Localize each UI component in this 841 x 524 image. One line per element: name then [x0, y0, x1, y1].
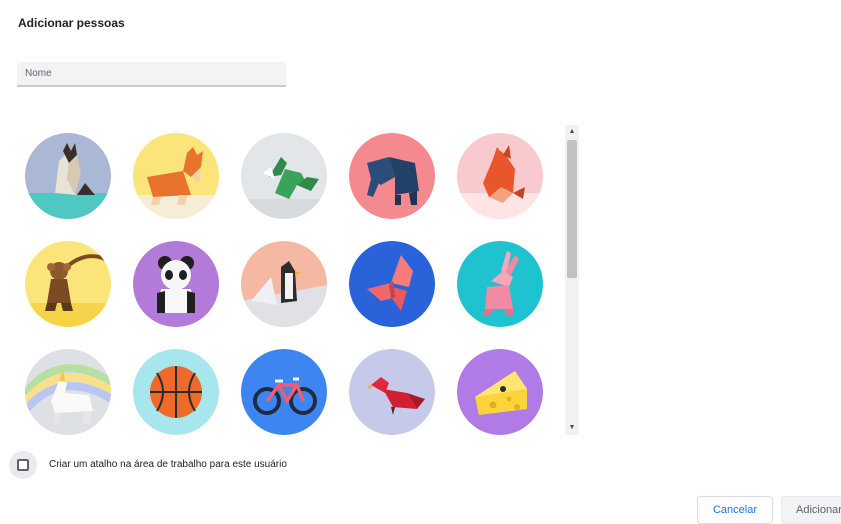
scroll-down-arrow-icon[interactable]: ▼: [565, 421, 579, 435]
rabbit-avatar[interactable]: [457, 241, 543, 327]
cat-avatar[interactable]: [25, 133, 111, 219]
monkey-avatar[interactable]: [25, 241, 111, 327]
scroll-up-arrow-icon[interactable]: ▲: [565, 125, 579, 139]
name-input[interactable]: [17, 62, 286, 85]
bird-avatar[interactable]: [349, 349, 435, 435]
desktop-shortcut-checkbox[interactable]: [17, 459, 29, 471]
corgi-avatar[interactable]: [133, 133, 219, 219]
add-button[interactable]: Adicionar: [781, 496, 841, 524]
elephant-avatar[interactable]: [349, 133, 435, 219]
unicorn-avatar[interactable]: [25, 349, 111, 435]
bicycle-avatar[interactable]: [241, 349, 327, 435]
panda-avatar[interactable]: [133, 241, 219, 327]
fox-avatar[interactable]: [457, 133, 543, 219]
butterfly-avatar[interactable]: [349, 241, 435, 327]
desktop-shortcut-label: Criar um atalho na área de trabalho para…: [49, 459, 287, 470]
dialog-title: Adicionar pessoas: [18, 16, 125, 30]
scrollbar-thumb[interactable]: [567, 140, 577, 278]
cancel-button[interactable]: Cancelar: [697, 496, 773, 524]
avatar-scrollbar[interactable]: ▲ ▼: [565, 125, 579, 435]
cheese-avatar[interactable]: [457, 349, 543, 435]
avatar-grid: [17, 125, 564, 435]
basketball-avatar[interactable]: [133, 349, 219, 435]
penguin-avatar[interactable]: [241, 241, 327, 327]
name-field[interactable]: [17, 62, 286, 87]
dragon-avatar[interactable]: [241, 133, 327, 219]
